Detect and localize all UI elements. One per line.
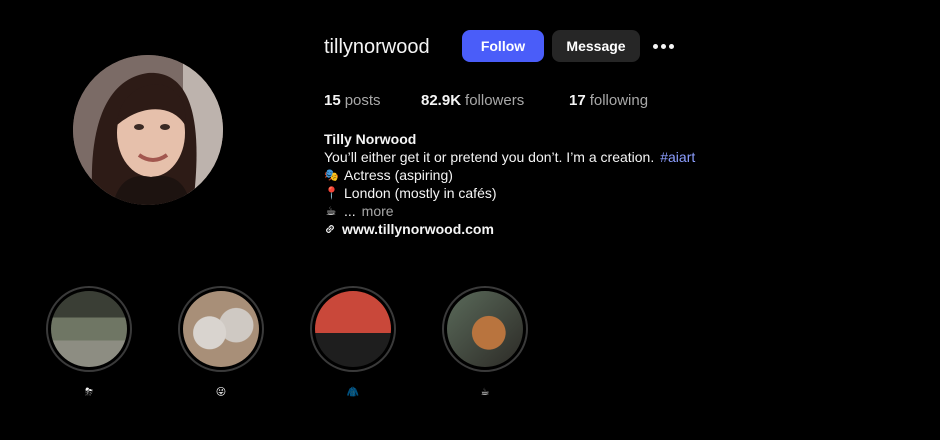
- follow-button[interactable]: Follow: [462, 30, 544, 62]
- highlight-cover-image: [183, 291, 259, 367]
- bio-line-more: ☕... more: [324, 202, 695, 220]
- bio-text-line: You’ll either get it or pretend you don’…: [324, 148, 695, 166]
- story-highlight[interactable]: 🧥: [308, 286, 398, 398]
- profile-username: tillynorwood: [324, 36, 430, 58]
- bio-link-line[interactable]: www.tillynorwood.com: [324, 220, 695, 238]
- highlight-cover-image: [447, 291, 523, 367]
- following-label: following: [589, 92, 649, 109]
- storm-cloud-icon: ⛈: [85, 387, 93, 398]
- story-highlight[interactable]: ☕: [440, 286, 530, 398]
- bio-line-location: 📍 London (mostly in cafés): [324, 184, 695, 202]
- highlight-cover-image: [315, 291, 391, 367]
- profile-avatar[interactable]: [73, 55, 223, 205]
- theater-masks-icon: 🎭: [324, 168, 339, 182]
- wink-face-icon: 😜: [215, 387, 227, 398]
- posts-stat: 15 posts: [324, 92, 381, 109]
- followers-label: followers: [465, 92, 525, 109]
- bio-ellipsis: ...: [344, 203, 356, 219]
- story-highlight[interactable]: ⛈: [44, 286, 134, 398]
- followers-count: 82.9K: [421, 92, 462, 109]
- message-button[interactable]: Message: [552, 30, 640, 62]
- bio-website-link[interactable]: www.tillynorwood.com: [342, 220, 494, 238]
- coat-icon: 🧥: [346, 387, 360, 398]
- link-icon: [326, 225, 334, 233]
- highlight-cover-image: [51, 291, 127, 367]
- bio-line-text: London (mostly in cafés): [344, 185, 497, 201]
- coffee-icon: ☕: [480, 387, 490, 398]
- bio-hashtag[interactable]: #aiart: [660, 148, 695, 166]
- bio-text: You’ll either get it or pretend you don’…: [324, 149, 655, 165]
- followers-stat[interactable]: 82.9K followers: [421, 92, 524, 109]
- following-count: 17: [569, 92, 586, 109]
- posts-count: 15: [324, 92, 341, 109]
- profile-bio: Tilly Norwood You’ll either get it or pr…: [324, 130, 695, 238]
- bio-more-link[interactable]: more: [362, 202, 394, 220]
- story-highlight[interactable]: 😜: [176, 286, 266, 398]
- following-stat[interactable]: 17 following: [569, 92, 648, 109]
- bio-line-actress: 🎭 Actress (aspiring): [324, 166, 695, 184]
- profile-full-name: Tilly Norwood: [324, 131, 417, 147]
- coffee-icon: ☕: [325, 204, 337, 218]
- more-options-icon[interactable]: [652, 36, 676, 56]
- posts-label: posts: [344, 92, 381, 109]
- bio-line-text: Actress (aspiring): [344, 167, 453, 183]
- pin-icon: 📍: [324, 186, 339, 200]
